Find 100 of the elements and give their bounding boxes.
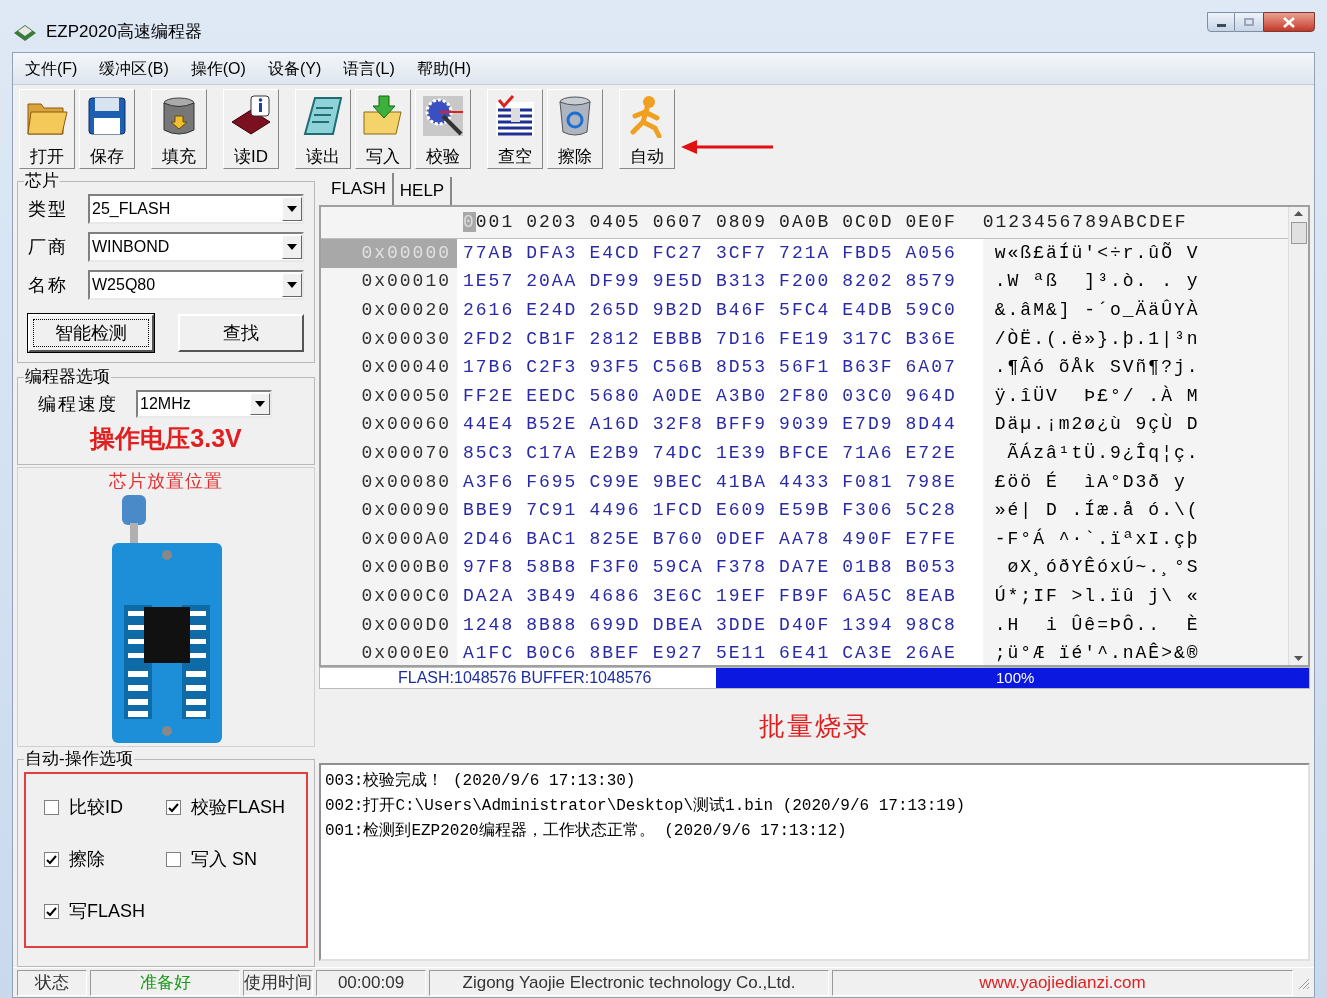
dropdown-arrow-icon: [287, 282, 297, 288]
hex-value: FBD5: [842, 241, 894, 265]
toolbar-button[interactable]: 读ID: [223, 89, 279, 169]
row-address[interactable]: 0x00060: [321, 410, 457, 440]
elapsed-time: 00:00:09: [316, 969, 426, 996]
menu-item[interactable]: 设备(Y): [267, 56, 322, 81]
option-checkbox[interactable]: 写入 SN: [166, 846, 288, 873]
chip-button[interactable]: 智能检测: [28, 314, 154, 352]
option-checkbox[interactable]: 擦除: [44, 846, 166, 873]
ascii-text: ;ü°Æ ïé'^.nAÊ>&®: [994, 641, 1200, 665]
column-header: 0607: [652, 211, 704, 234]
hex-value: E4CD: [589, 241, 641, 265]
hex-value: 8BEF: [589, 642, 641, 665]
row-address[interactable]: 0x000A0: [321, 524, 457, 554]
hex-value: E59B: [779, 499, 831, 523]
hex-value: 4496: [589, 499, 641, 523]
toolbar-button[interactable]: 校验: [415, 89, 471, 169]
ascii-text: .¶Âó õÅk SVñ¶?j.: [994, 355, 1200, 380]
menu-item[interactable]: 语言(L): [343, 56, 395, 81]
hex-value: CB1F: [526, 327, 578, 351]
hex-value: 4686: [589, 584, 641, 608]
hex-value: 2FD2: [463, 327, 515, 351]
menu-item[interactable]: 操作(O): [190, 56, 246, 81]
status-text: 准备好: [90, 969, 240, 996]
hex-value: A3F6: [463, 470, 515, 494]
hex-value: 9B2D: [652, 299, 704, 322]
vertical-scrollbar[interactable]: [1288, 207, 1308, 665]
option-checkbox[interactable]: 比较ID: [44, 794, 166, 821]
ascii-text: Ú*;IF >l.ïû j\ «: [994, 584, 1200, 608]
hex-value: E4DB: [842, 299, 894, 322]
ascii-text: ÿ.îÜV Þ£°/ .À M: [994, 384, 1200, 408]
hex-value: 8579: [905, 270, 957, 294]
toolbar-button[interactable]: 写入: [355, 89, 411, 169]
chip-button[interactable]: 查找: [178, 314, 304, 352]
folder-arrow-icon: [361, 94, 405, 138]
hex-value: 32F8: [652, 413, 704, 437]
menu-item[interactable]: 帮助(H): [416, 56, 471, 81]
hex-value: B46F: [715, 299, 768, 322]
toolbar-button[interactable]: 查空: [487, 89, 543, 169]
scroll-thumb[interactable]: [1290, 222, 1307, 244]
field-label: 厂商: [28, 235, 69, 259]
minimize-button[interactable]: [1207, 12, 1235, 32]
dropdown-arrow-icon: [255, 401, 265, 407]
hex-value: 1E57: [463, 270, 515, 294]
row-address[interactable]: 0x000C0: [321, 582, 457, 611]
row-address[interactable]: 0x00080: [321, 467, 457, 497]
menu-item[interactable]: 缓冲区(B): [99, 56, 169, 81]
column-header: 0405: [589, 211, 641, 234]
hex-value: 1394: [842, 613, 894, 637]
toolbar-button[interactable]: 打开: [19, 89, 75, 169]
row-address[interactable]: 0x00050: [321, 381, 457, 411]
hex-value: 8EAB: [905, 584, 957, 608]
chip-dropdown[interactable]: WINBOND: [88, 232, 304, 262]
hex-value: FC27: [652, 241, 704, 265]
speed-dropdown[interactable]: 12MHz: [136, 390, 272, 418]
hex-value: DBEA: [652, 613, 704, 637]
ascii-text: ÃÁzâ¹tÜ.9¿Îq¦ç.: [1006, 441, 1200, 465]
progress-label: 100%: [996, 668, 1035, 688]
row-address[interactable]: 0x000B0: [321, 553, 457, 583]
column-header: 0123456789ABCDEF: [982, 211, 1188, 234]
website-link[interactable]: www.yaojiedianzi.com: [832, 969, 1293, 996]
chip-dropdown[interactable]: 25_FLASH: [88, 194, 304, 224]
toolbar-button[interactable]: 保存: [79, 89, 135, 169]
hex-value: 8D44: [905, 413, 957, 437]
toolbar-button[interactable]: 填充: [151, 89, 207, 169]
hex-value: 6A5C: [842, 584, 894, 608]
row-address[interactable]: 0x00020: [321, 296, 457, 325]
hex-value: E609: [715, 499, 768, 523]
hex-value: 97F8: [463, 556, 515, 580]
status-label: 使用时间: [243, 969, 313, 996]
row-address[interactable]: 0x00040: [321, 353, 457, 382]
hex-value: 77AB: [463, 241, 515, 265]
row-address[interactable]: 0x00090: [321, 496, 457, 525]
ascii-text: .H i Ûê=ÞÔ.. È: [994, 613, 1200, 637]
row-address[interactable]: 0x00030: [321, 324, 457, 354]
close-button[interactable]: [1263, 12, 1315, 32]
hex-value: E24D: [526, 299, 578, 322]
option-checkbox[interactable]: 校验FLASH: [166, 794, 288, 821]
chip-dropdown[interactable]: W25Q80: [88, 270, 304, 300]
row-address[interactable]: 0x000D0: [321, 610, 457, 640]
hex-value: AA78: [779, 527, 831, 551]
hex-value: 721A: [779, 241, 831, 265]
hex-value: 5C28: [905, 499, 957, 523]
row-address[interactable]: 0x00010: [321, 267, 457, 297]
dropdown-arrow-icon: [287, 244, 297, 250]
log-line: 001:检测到EZP2020编程器，工作状态正常。 (2020/9/6 17:13:12): [325, 820, 848, 842]
hex-value: F081: [842, 470, 894, 494]
option-checkbox[interactable]: 写FLASH: [44, 898, 166, 925]
toolbar-button[interactable]: 自动: [619, 89, 675, 169]
hex-value: B52E: [526, 413, 578, 437]
toolbar-button[interactable]: 擦除: [547, 89, 603, 169]
toolbar-button[interactable]: 读出: [295, 89, 351, 169]
hex-value: F200: [779, 270, 831, 294]
hex-value: 4433: [779, 470, 831, 494]
hex-value: EBBB: [652, 327, 704, 351]
menu-item[interactable]: 文件(F): [25, 56, 78, 81]
row-address[interactable]: 0x00070: [321, 439, 457, 468]
hex-value: 5E11: [715, 642, 768, 665]
hex-value: 265D: [589, 299, 641, 322]
row-address[interactable]: 0x000E0: [321, 639, 457, 665]
